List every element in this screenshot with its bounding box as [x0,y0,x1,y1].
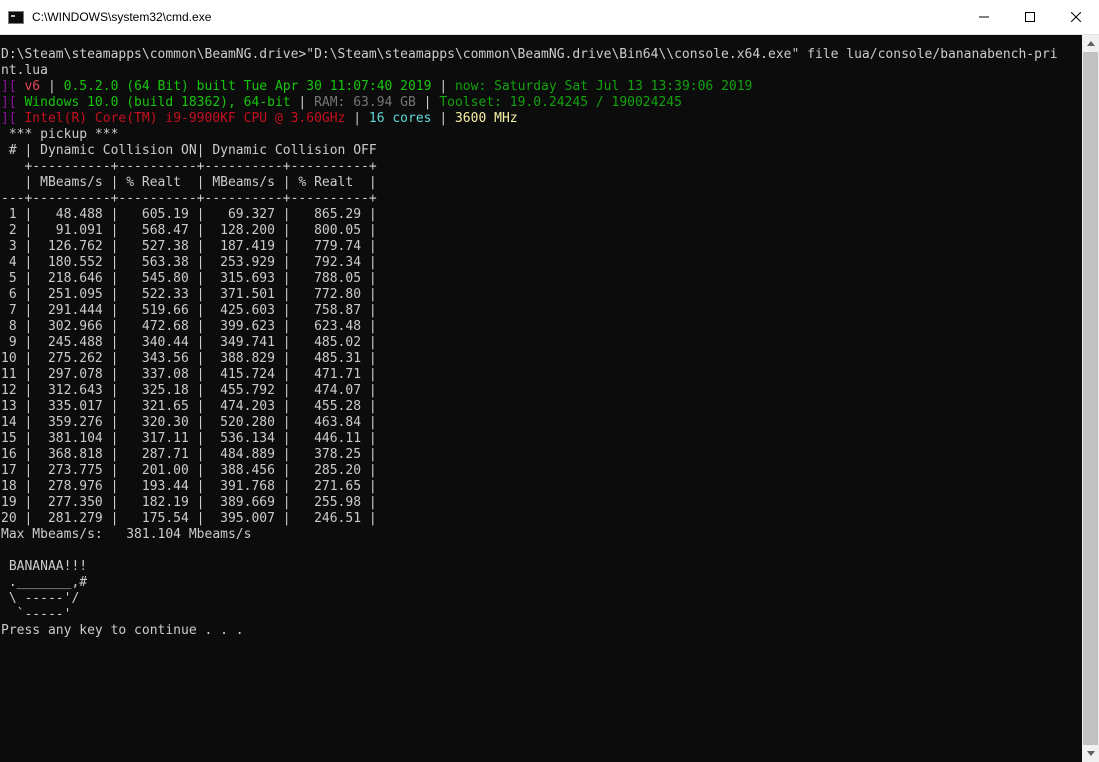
table-row: 4 | 180.552 | 563.38 | 253.929 | 792.34 … [1,255,377,270]
minimize-button[interactable] [961,0,1007,34]
vertical-scrollbar[interactable] [1082,35,1099,762]
version: v6 [24,79,41,94]
separator: | [423,95,432,110]
cpu-info: Intel(R) Core(TM) i9-9900KF CPU @ 3.60GH… [24,111,346,126]
table-row: 3 | 126.762 | 527.38 | 187.419 | 779.74 … [1,239,377,254]
table-row: 11 | 297.078 | 337.08 | 415.724 | 471.71… [1,367,377,382]
build-info: 0.5.2.0 (64 Bit) built Tue Apr 30 11:07:… [63,79,432,94]
os-info: Windows 10.0 (build 18362), 64-bit [24,95,291,110]
table-row: 18 | 278.976 | 193.44 | 391.768 | 271.65… [1,479,377,494]
table-rule: +----------+----------+----------+------… [1,159,377,174]
table-row: 9 | 245.488 | 340.44 | 349.741 | 485.02 … [1,335,377,350]
continue-prompt: Press any key to continue . . . [1,623,244,638]
table-row: 17 | 273.775 | 201.00 | 388.456 | 285.20… [1,463,377,478]
max-mbeams: Max Mbeams/s: 381.104 Mbeams/s [1,527,252,542]
command-line: D:\Steam\steamapps\common\BeamNG.drive>"… [1,47,1058,62]
maximize-button[interactable] [1007,0,1053,34]
mhz-info: 3600 MHz [454,111,518,126]
now-timestamp: now: Saturday Sat Jul 13 13:39:06 2019 [454,79,753,94]
banana-ascii-line: BANANAA!!! [1,559,88,574]
table-row: 14 | 359.276 | 320.30 | 520.280 | 463.84… [1,415,377,430]
separator: | [439,111,448,126]
table-row: 15 | 381.104 | 317.11 | 536.134 | 446.11… [1,431,377,446]
banana-ascii-line: \ -----'/ [1,591,80,606]
table-row: 20 | 281.279 | 175.54 | 395.007 | 246.51… [1,511,377,526]
table-row: 12 | 312.643 | 325.18 | 455.792 | 474.07… [1,383,377,398]
table-row: 5 | 218.646 | 545.80 | 315.693 | 788.05 … [1,271,377,286]
arrow-up-icon [1086,41,1095,46]
command-line-wrap: nt.lua [1,63,48,78]
separator: | [47,79,56,94]
banana-ascii-line: `-----' [1,607,72,622]
bracket: ][ [1,79,17,94]
scroll-down-button[interactable] [1082,745,1099,762]
close-icon [1071,12,1081,22]
maximize-icon [1025,12,1035,22]
separator: | [298,95,307,110]
table-row: 16 | 368.818 | 287.71 | 484.889 | 378.25… [1,447,377,462]
scroll-up-button[interactable] [1082,35,1099,52]
separator: | [439,79,448,94]
arrow-down-icon [1086,751,1095,756]
ram-info: RAM: 63.94 GB [314,95,416,110]
cmd-window: C:\WINDOWS\system32\cmd.exe D:\Steam\ste… [0,0,1099,762]
table-row: 1 | 48.488 | 605.19 | 69.327 | 865.29 | [1,207,377,222]
table-row: 8 | 302.966 | 472.68 | 399.623 | 623.48 … [1,319,377,334]
separator: | [353,111,362,126]
title-bar[interactable]: C:\WINDOWS\system32\cmd.exe [0,0,1099,35]
banana-ascii-line: ._______,# [1,575,88,590]
table-row: 2 | 91.091 | 568.47 | 128.200 | 800.05 | [1,223,377,238]
vehicle-name: *** pickup *** [1,127,119,142]
table-header: # | Dynamic Collision ON| Dynamic Collis… [1,143,377,158]
minimize-icon [979,16,989,18]
table-rule: ---+----------+----------+----------+---… [1,191,377,206]
close-button[interactable] [1053,0,1099,34]
cores-info: 16 cores [368,111,432,126]
table-row: 19 | 277.350 | 182.19 | 389.669 | 255.98… [1,495,377,510]
table-row: 10 | 275.262 | 343.56 | 388.829 | 485.31… [1,351,377,366]
console-output[interactable]: D:\Steam\steamapps\common\BeamNG.drive>"… [0,35,1082,762]
table-row: 6 | 251.095 | 522.33 | 371.501 | 772.80 … [1,287,377,302]
cmd-app-icon[interactable] [8,10,24,24]
bracket: ][ [1,95,17,110]
toolset-info: Toolset: 19.0.24245 / 190024245 [439,95,682,110]
window-title: C:\WINDOWS\system32\cmd.exe [32,10,212,24]
table-subheader: | MBeams/s | % Realt | MBeams/s | % Real… [1,175,377,190]
table-row: 7 | 291.444 | 519.66 | 425.603 | 758.87 … [1,303,377,318]
window-controls [961,0,1099,34]
scroll-thumb[interactable] [1083,52,1098,745]
table-row: 13 | 335.017 | 321.65 | 474.203 | 455.28… [1,399,377,414]
bracket: ][ [1,111,17,126]
